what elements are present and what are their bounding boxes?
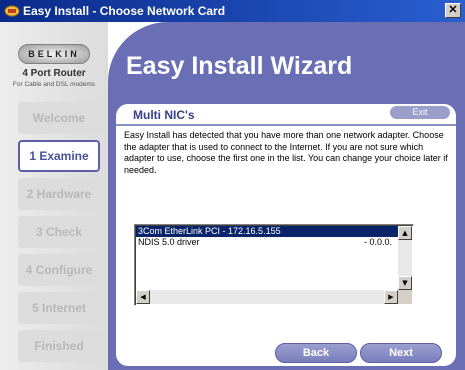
arrow-left-icon: ◀ <box>140 293 146 301</box>
back-button[interactable]: Back <box>275 343 357 363</box>
belkin-logo: BELKIN <box>18 44 90 64</box>
step-internet: 5 Internet <box>18 292 100 324</box>
product-subtitle: For Cable and DSL modems <box>12 81 96 88</box>
title-bar: Easy Install - Choose Network Card ✕ <box>0 0 465 22</box>
step-finished: Finished <box>18 330 100 362</box>
product-name: 4 Port Router <box>22 68 86 79</box>
main-panel: Easy Install Wizard Multi NIC's Exit Eas… <box>108 22 465 370</box>
list-item-ndis[interactable]: NDIS 5.0 driver - 0.0.0. <box>136 237 398 248</box>
adapter-listbox[interactable]: 3Com EtherLink PCI - 172.16.5.155 NDIS 5… <box>134 224 414 306</box>
arrow-up-icon: ▲ <box>402 229 408 237</box>
wizard-title: Easy Install Wizard <box>126 52 353 80</box>
card-title: Multi NIC's <box>133 108 195 122</box>
horizontal-scrollbar[interactable]: ◀ ▶ <box>136 290 398 304</box>
scroll-down-button[interactable]: ▼ <box>398 276 412 290</box>
list-item-address: - 0.0.0. <box>364 237 393 247</box>
step-welcome: Welcome <box>18 102 100 134</box>
next-button[interactable]: Next <box>360 343 442 363</box>
close-button[interactable]: ✕ <box>445 3 461 18</box>
card-description: Easy Install has detected that you have … <box>124 130 448 175</box>
card-divider <box>116 124 456 126</box>
arrow-down-icon: ▼ <box>402 279 408 287</box>
step-examine: 1 Examine <box>18 140 100 172</box>
exit-button[interactable]: Exit <box>390 106 450 119</box>
step-configure: 4 Configure <box>18 254 100 286</box>
list-item-label: 3Com EtherLink PCI - 172.16.5.155 <box>138 226 281 236</box>
window-title: Easy Install - Choose Network Card <box>23 4 226 18</box>
vertical-scrollbar[interactable]: ▲ ▼ <box>398 226 412 290</box>
list-item-3com[interactable]: 3Com EtherLink PCI - 172.16.5.155 <box>136 226 398 237</box>
list-item-label: NDIS 5.0 driver <box>138 237 200 247</box>
scroll-right-button[interactable]: ▶ <box>384 290 398 304</box>
app-icon <box>4 5 20 17</box>
scroll-up-button[interactable]: ▲ <box>398 226 412 240</box>
step-hardware: 2 Hardware <box>18 178 100 210</box>
scrollbar-corner <box>398 290 412 304</box>
step-check: 3 Check <box>18 216 100 248</box>
arrow-right-icon: ▶ <box>388 293 394 301</box>
close-icon: ✕ <box>448 4 458 16</box>
scroll-left-button[interactable]: ◀ <box>136 290 150 304</box>
window-body: BELKIN 4 Port Router For Cable and DSL m… <box>0 22 465 370</box>
sidebar: BELKIN 4 Port Router For Cable and DSL m… <box>0 22 108 370</box>
adapter-list[interactable]: 3Com EtherLink PCI - 172.16.5.155 NDIS 5… <box>136 226 398 290</box>
